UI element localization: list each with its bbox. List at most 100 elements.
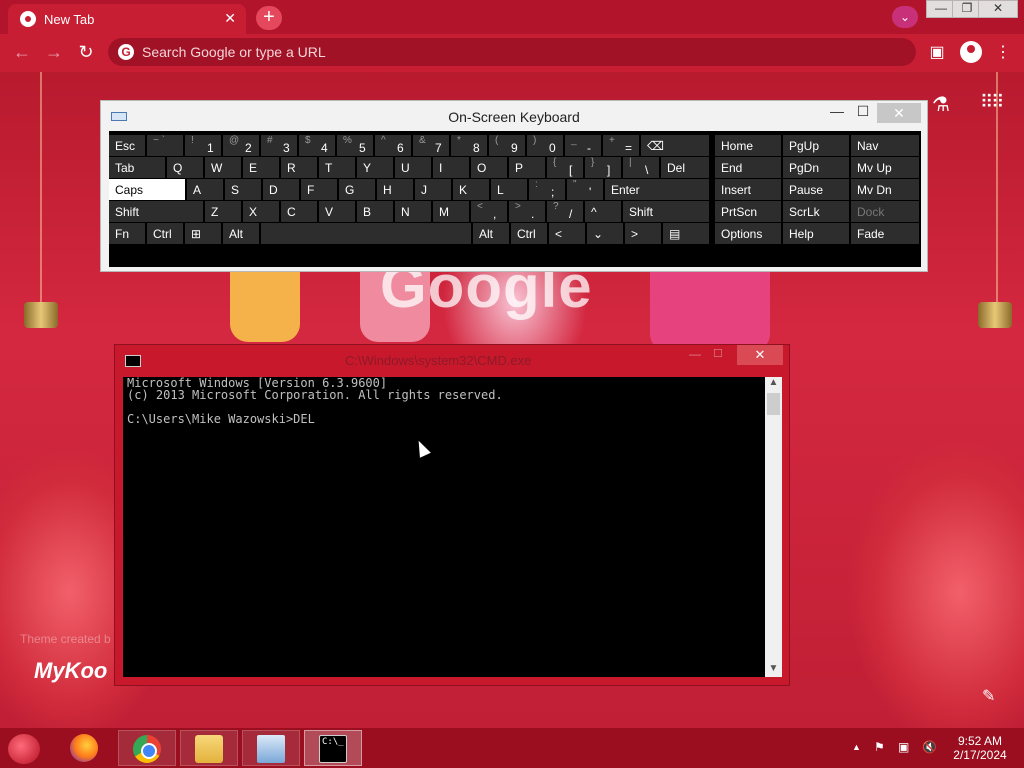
osk-key[interactable]: ^ [585,201,621,222]
cmd-maximize-button[interactable]: ☐ [713,347,723,360]
network-icon[interactable]: ▣ [898,740,909,754]
osk-key[interactable]: Shift [623,201,709,222]
osk-key[interactable] [261,223,471,244]
osk-nav-key[interactable]: Fade [851,223,919,244]
osk-nav-key[interactable]: PgDn [783,157,849,178]
reload-icon[interactable]: ↻ [74,42,98,63]
osk-key[interactable]: N [395,201,431,222]
osk-key[interactable]: }] [585,157,621,178]
volume-muted-icon[interactable]: 🔇 [922,740,937,754]
osk-key[interactable]: <, [471,201,507,222]
osk-nav-key[interactable]: Home [715,135,781,156]
osk-maximize-button[interactable]: ☐ [849,103,877,120]
osk-nav-key[interactable]: End [715,157,781,178]
osk-key[interactable]: K [453,179,489,200]
browser-close-button[interactable]: ✕ [978,0,1018,18]
osk-key[interactable]: Alt [223,223,259,244]
osk-key[interactable]: _ - [565,135,601,156]
menu-kebab-icon[interactable]: ⋮ [992,42,1014,62]
osk-key[interactable]: $4 [299,135,335,156]
console-prompt-line[interactable]: C:\Users\Mike Wazowski>DEL [127,413,761,425]
osk-key[interactable]: C [281,201,317,222]
osk-key[interactable]: Caps [109,179,185,200]
osk-key[interactable]: :; [529,179,565,200]
taskbar-on-screen-keyboard[interactable] [242,730,300,766]
google-apps-icon[interactable]: ⠿⠿ [980,92,1004,113]
osk-key[interactable]: D [263,179,299,200]
osk-nav-key[interactable]: ScrLk [783,201,849,222]
show-hidden-icons-icon[interactable]: ▲ [852,742,861,752]
taskbar-cmd[interactable]: C:\_ [304,730,362,766]
osk-key[interactable]: > [625,223,661,244]
osk-key[interactable]: U [395,157,431,178]
tab-new-tab[interactable]: New Tab ✕ [8,4,246,34]
scroll-up-icon[interactable]: ▲ [765,377,782,391]
osk-key[interactable]: I [433,157,469,178]
osk-key[interactable]: Z [205,201,241,222]
cmd-close-button[interactable]: ✕ [737,345,783,365]
osk-nav-key[interactable]: Mv Dn [851,179,919,200]
taskbar-firefox[interactable] [56,730,114,766]
osk-nav-key[interactable]: Options [715,223,781,244]
osk-nav-key[interactable]: Dock [851,201,919,222]
osk-key[interactable]: + = [603,135,639,156]
osk-key[interactable]: ⊞ [185,223,221,244]
osk-key[interactable]: Shift [109,201,203,222]
osk-key[interactable]: ^ 6 [375,135,411,156]
osk-key[interactable]: % 5 [337,135,373,156]
tab-search-dropdown[interactable]: ⌄ [892,6,918,28]
osk-key[interactable]: < [549,223,585,244]
close-tab-icon[interactable]: ✕ [224,10,236,27]
osk-nav-key[interactable]: Pause [783,179,849,200]
osk-key[interactable]: A [187,179,223,200]
system-clock[interactable]: 9:52 AM 2/17/2024 [948,734,1012,762]
osk-key[interactable]: Ctrl [511,223,547,244]
osk-key[interactable]: J [415,179,451,200]
osk-key[interactable]: ? / [547,201,583,222]
osk-key[interactable]: M [433,201,469,222]
osk-key[interactable]: L [491,179,527,200]
console-scrollbar[interactable]: ▲ ▼ [765,377,782,677]
osk-key[interactable]: #3 [261,135,297,156]
forward-icon[interactable]: → [42,42,66,63]
osk-nav-key[interactable]: PrtScn [715,201,781,222]
osk-key[interactable]: Alt [473,223,509,244]
profile-avatar[interactable] [960,41,982,63]
osk-key[interactable]: G [339,179,375,200]
cmd-minimize-button[interactable]: — [689,347,701,361]
osk-key[interactable]: @2 [223,135,259,156]
osk-key[interactable]: ~ ` [147,135,183,156]
osk-key[interactable]: ) 0 [527,135,563,156]
osk-key[interactable]: Del [661,157,709,178]
customize-chrome-icon[interactable]: ✎ [982,686,995,706]
osk-key[interactable]: Enter [605,179,709,200]
osk-key[interactable]: & 7 [413,135,449,156]
taskbar-chrome[interactable] [118,730,176,766]
osk-key[interactable]: E [243,157,279,178]
osk-key[interactable]: (9 [489,135,525,156]
osk-key[interactable]: W [205,157,241,178]
osk-key[interactable]: >. [509,201,545,222]
osk-key[interactable]: R [281,157,317,178]
osk-key[interactable]: B [357,201,393,222]
address-bar[interactable]: G Search Google or type a URL [108,38,916,66]
osk-close-button[interactable]: ✕ [877,103,921,123]
osk-key[interactable]: P [509,157,545,178]
console-output[interactable]: Microsoft Windows [Version 6.3.9600] (c)… [123,377,765,677]
osk-key[interactable]: O [471,157,507,178]
osk-nav-key[interactable]: Help [783,223,849,244]
osk-key[interactable]: ▤ [663,223,709,244]
taskbar-file-explorer[interactable] [180,730,238,766]
osk-key[interactable]: ⌄ [587,223,623,244]
osk-nav-key[interactable]: Insert [715,179,781,200]
osk-key[interactable]: Y [357,157,393,178]
new-tab-button[interactable]: + [256,6,282,30]
scroll-thumb[interactable] [767,393,780,415]
osk-key[interactable]: Ctrl [147,223,183,244]
scroll-down-icon[interactable]: ▼ [765,663,782,677]
osk-nav-key[interactable]: Mv Up [851,157,919,178]
osk-key[interactable]: Esc [109,135,145,156]
osk-nav-key[interactable]: PgUp [783,135,849,156]
osk-minimize-button[interactable]: — [823,103,851,119]
osk-key[interactable]: Tab [109,157,165,178]
